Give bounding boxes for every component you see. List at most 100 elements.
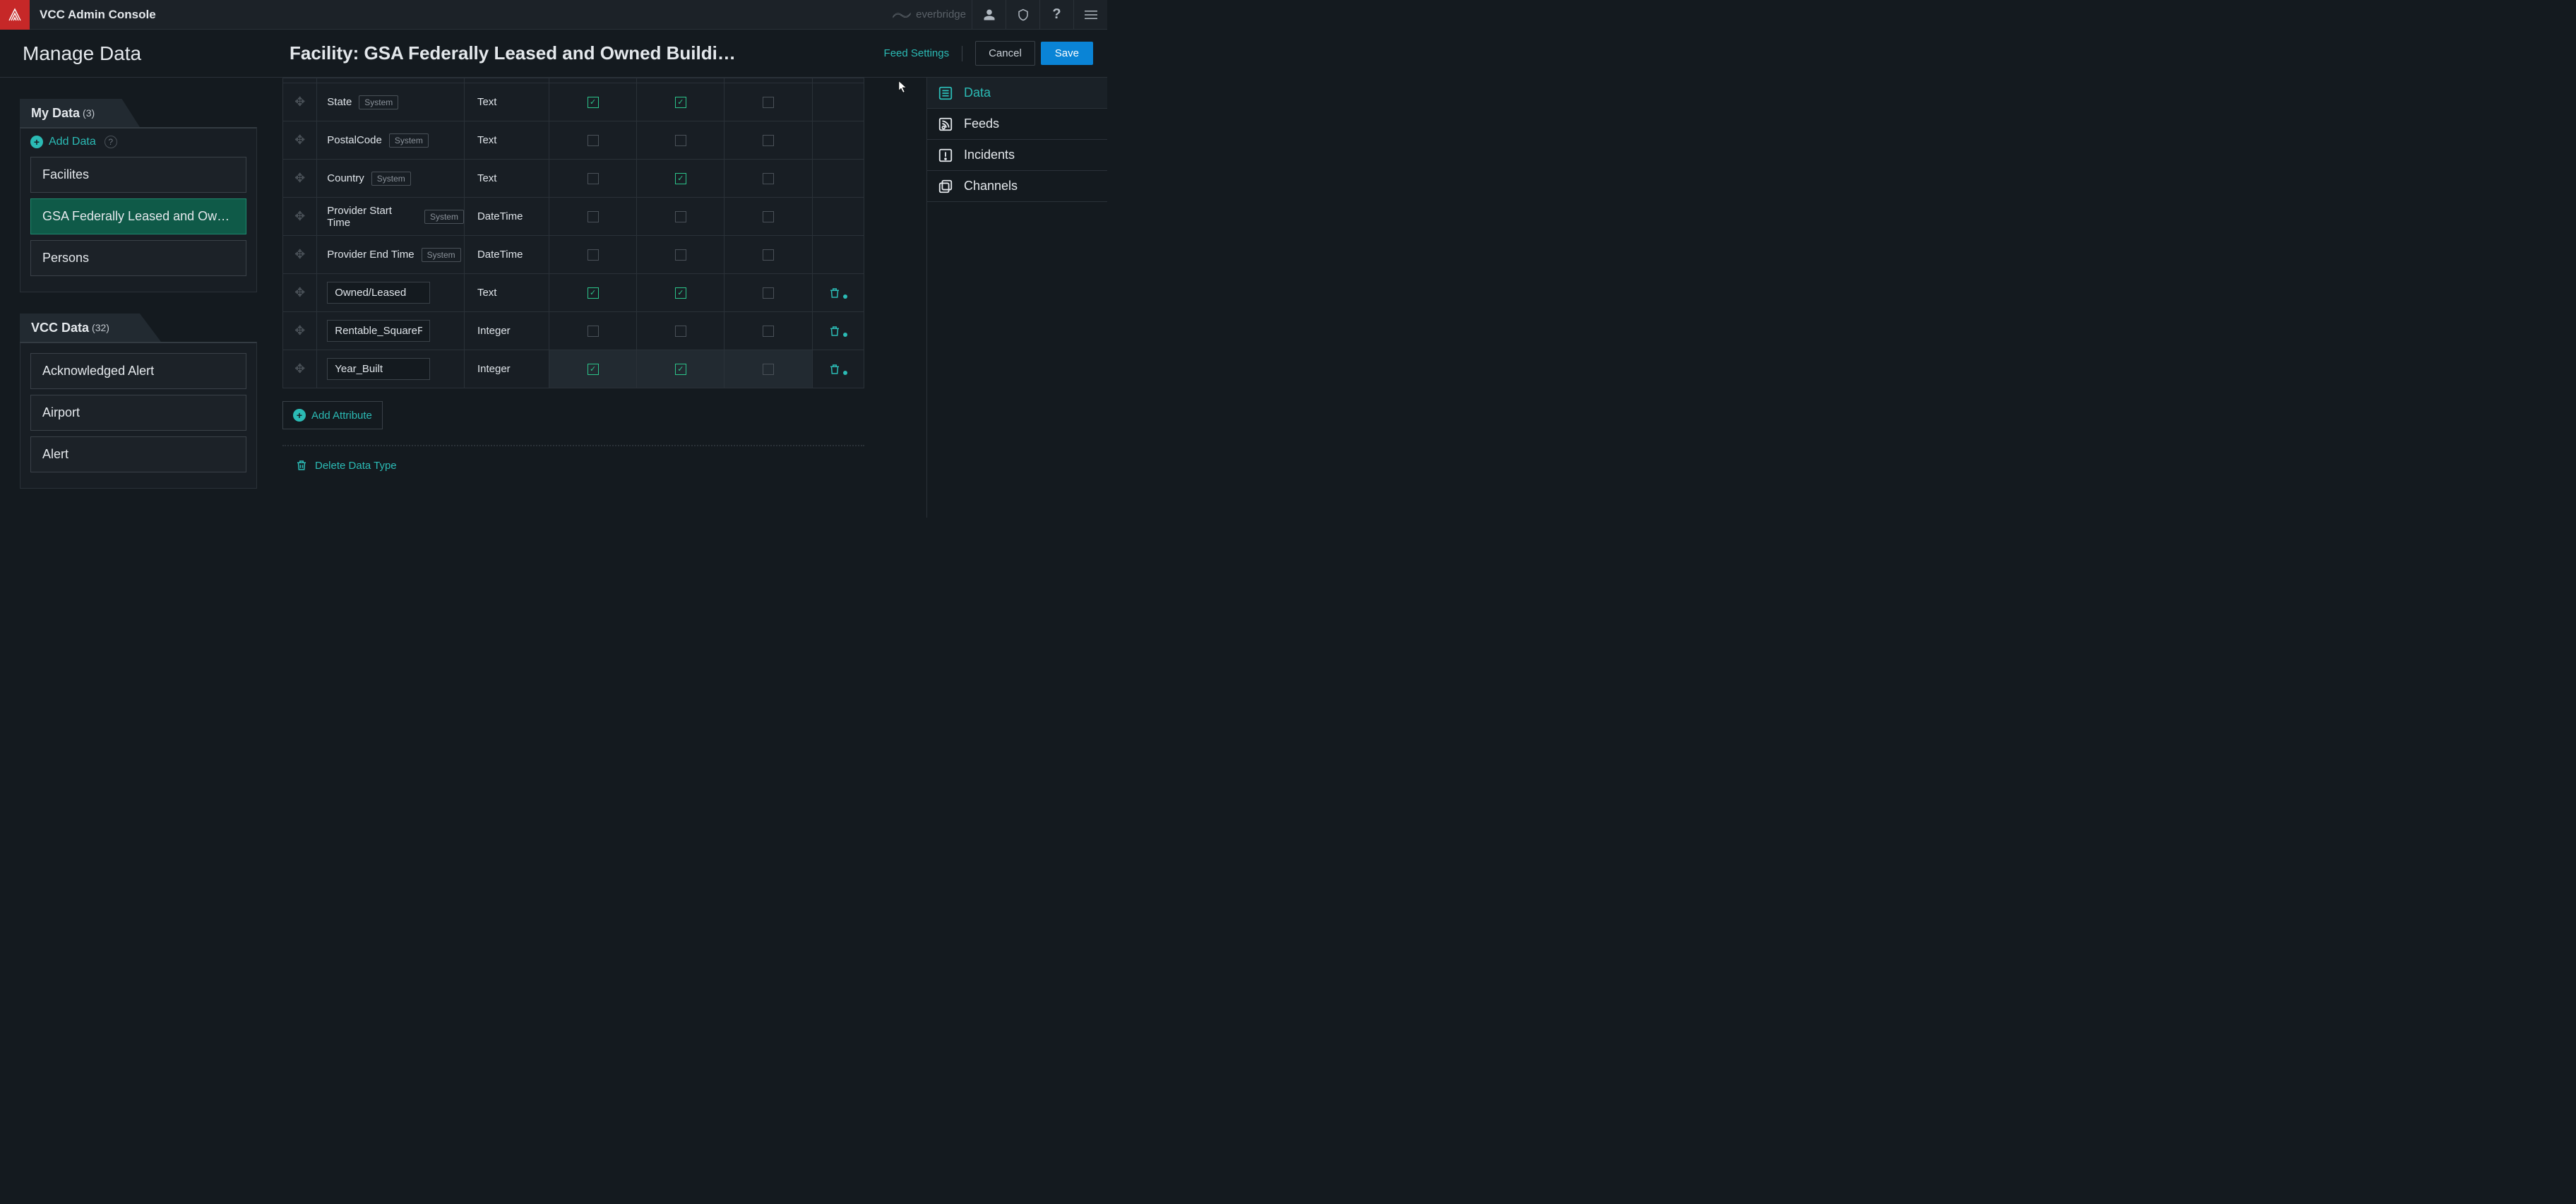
- delete-row-button[interactable]: [828, 363, 848, 376]
- attribute-table: ✥ State System Text ✓ ✓ ✥ PostalCodeSyste…: [282, 78, 864, 388]
- checkbox[interactable]: [675, 249, 686, 261]
- top-bar: VCC Admin Console everbridge ?: [0, 0, 1107, 30]
- system-badge: System: [389, 133, 429, 148]
- everbridge-brand: everbridge: [892, 8, 966, 20]
- header-strip: Manage Data Facility: GSA Federally Leas…: [0, 30, 1107, 78]
- right-nav-label: Feeds: [964, 117, 999, 131]
- attribute-row: ✥ PostalCodeSystem Text: [282, 121, 864, 160]
- attribute-name: Provider End Time: [327, 249, 414, 261]
- attribute-name-input[interactable]: [327, 320, 430, 342]
- delete-data-type-button[interactable]: Delete Data Type: [295, 459, 397, 472]
- right-nav-item[interactable]: Incidents: [927, 140, 1107, 171]
- drag-handle-icon[interactable]: ✥: [294, 209, 305, 224]
- add-attribute-label: Add Attribute: [311, 410, 372, 422]
- right-nav-item[interactable]: Data: [927, 78, 1107, 109]
- vccdata-item[interactable]: Alert: [30, 436, 246, 472]
- attribute-type: Integer: [465, 312, 549, 350]
- checkbox[interactable]: ✓: [588, 287, 599, 299]
- help-circle-icon[interactable]: ?: [105, 136, 117, 148]
- system-badge: System: [422, 248, 461, 262]
- right-nav-label: Channels: [964, 179, 1018, 193]
- checkbox[interactable]: [763, 97, 774, 108]
- vccdata-section-header: VCC Data (32): [20, 314, 161, 342]
- checkbox[interactable]: [763, 135, 774, 146]
- checkbox[interactable]: [763, 249, 774, 261]
- alert-icon: [937, 148, 954, 163]
- attribute-row: ✥ StateSystem Text ✓ ✓: [282, 83, 864, 121]
- attribute-name: State: [327, 96, 352, 108]
- attribute-row: ✥ Provider End Time System DateTime: [282, 236, 864, 274]
- mydata-item[interactable]: Facilites: [30, 157, 246, 193]
- brand-logo[interactable]: [0, 0, 30, 30]
- drag-handle-icon[interactable]: ✥: [294, 362, 305, 376]
- checkbox[interactable]: [763, 173, 774, 184]
- mydata-item[interactable]: Persons: [30, 240, 246, 276]
- checkbox[interactable]: [763, 364, 774, 375]
- drag-handle-icon[interactable]: ✥: [294, 171, 305, 186]
- attribute-type: DateTime: [465, 236, 549, 273]
- checkbox[interactable]: ✓: [675, 97, 686, 108]
- vccdata-item[interactable]: Airport: [30, 395, 246, 431]
- add-attribute-button[interactable]: + Add Attribute: [282, 401, 383, 429]
- cursor-icon: [898, 81, 908, 97]
- attribute-type: Integer: [465, 350, 549, 388]
- feed-settings-link[interactable]: Feed Settings: [884, 47, 950, 59]
- checkbox[interactable]: [588, 249, 599, 261]
- trash-icon: [295, 459, 308, 472]
- add-data-button[interactable]: + Add Data ?: [30, 136, 246, 148]
- attribute-row: ✥ Provider Start TimeSystem DateTime: [282, 198, 864, 236]
- shield-icon[interactable]: [1006, 0, 1039, 30]
- add-data-label: Add Data: [49, 136, 96, 148]
- help-icon[interactable]: ?: [1039, 0, 1073, 30]
- drag-handle-icon[interactable]: ✥: [294, 95, 305, 109]
- everbridge-wave-icon: [892, 10, 912, 20]
- checkbox[interactable]: [675, 135, 686, 146]
- checkbox[interactable]: [763, 326, 774, 337]
- delete-row-button[interactable]: [828, 325, 848, 338]
- content: My Data (3) + Add Data ? FacilitesGSA Fe…: [0, 78, 1107, 518]
- checkbox[interactable]: ✓: [675, 173, 686, 184]
- checkbox[interactable]: [588, 135, 599, 146]
- checkbox[interactable]: ✓: [588, 97, 599, 108]
- drag-handle-icon[interactable]: ✥: [294, 285, 305, 300]
- save-button[interactable]: Save: [1041, 42, 1093, 65]
- checkbox[interactable]: [588, 173, 599, 184]
- checkbox[interactable]: [763, 287, 774, 299]
- delete-row-button[interactable]: [828, 287, 848, 299]
- right-nav-label: Incidents: [964, 148, 1015, 162]
- system-badge: System: [424, 210, 464, 224]
- attribute-name: Country: [327, 172, 364, 184]
- attribute-row: ✥ Text ✓ ✓: [282, 274, 864, 312]
- checkbox[interactable]: [763, 211, 774, 222]
- checkbox[interactable]: [588, 326, 599, 337]
- attribute-name-input[interactable]: [327, 358, 430, 380]
- logo-icon: [6, 6, 23, 23]
- left-panel: My Data (3) + Add Data ? FacilitesGSA Fe…: [0, 78, 268, 518]
- checkbox[interactable]: [588, 211, 599, 222]
- attribute-type: Text: [465, 160, 549, 197]
- mydata-item[interactable]: GSA Federally Leased and Ow…: [30, 198, 246, 234]
- cancel-button[interactable]: Cancel: [975, 41, 1035, 66]
- user-icon[interactable]: [972, 0, 1006, 30]
- plus-circle-icon: +: [30, 136, 43, 148]
- attribute-type: Text: [465, 121, 549, 159]
- checkbox[interactable]: ✓: [588, 364, 599, 375]
- right-nav-item[interactable]: Channels: [927, 171, 1107, 202]
- checkbox[interactable]: [675, 211, 686, 222]
- mydata-section: + Add Data ? Facilites GSA Federally Leas…: [20, 127, 257, 292]
- checkbox[interactable]: ✓: [675, 287, 686, 299]
- checkbox[interactable]: [675, 326, 686, 337]
- right-nav-label: Data: [964, 85, 991, 100]
- attribute-name-input[interactable]: [327, 282, 430, 304]
- drag-handle-icon[interactable]: ✥: [294, 133, 305, 148]
- menu-icon[interactable]: [1073, 0, 1107, 30]
- section-title: Manage Data: [0, 30, 268, 77]
- attribute-name: Provider Start Time: [327, 205, 417, 229]
- drag-handle-icon[interactable]: ✥: [294, 247, 305, 262]
- checkbox[interactable]: ✓: [675, 364, 686, 375]
- vccdata-item[interactable]: Acknowledged Alert: [30, 353, 246, 389]
- attribute-row: ✥ Integer: [282, 312, 864, 350]
- system-badge: System: [359, 95, 398, 109]
- right-nav-item[interactable]: Feeds: [927, 109, 1107, 140]
- drag-handle-icon[interactable]: ✥: [294, 323, 305, 338]
